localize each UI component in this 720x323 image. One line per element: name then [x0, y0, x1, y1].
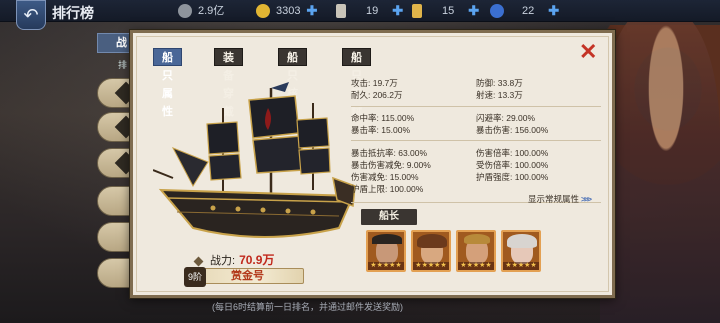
scroll-icon [336, 4, 346, 19]
back-button[interactable]: ↶ [16, 0, 46, 30]
stat-damage-rate: 伤害倍率: 100.00% [476, 148, 549, 158]
diamond-icon [193, 256, 204, 267]
stat-crit-damage: 暴击伤害: 156.00% [476, 125, 549, 135]
add-gold-button[interactable]: ✚ [306, 4, 318, 17]
silver-coin-icon [178, 4, 192, 19]
power-value: 70.9万 [239, 253, 275, 267]
ship-name: 赏金号 [231, 270, 264, 282]
stat-shield-strength: 护盾强度: 100.00% [476, 172, 549, 182]
star-rating: ★★★★★ [368, 262, 404, 270]
tab-ship-talent[interactable]: 船只天赋 [342, 48, 371, 118]
power-label: 战力: [210, 255, 236, 267]
power-row: 战力: 70.9万 [193, 251, 275, 268]
ship-detail-panel: 船只属性 装备穿戴 船只核心 船只天赋 ✕ 战力:70.9万 [130, 30, 615, 298]
captain-portrait-1[interactable]: ★★★★★ [366, 230, 406, 272]
hat-icon [372, 234, 402, 244]
tab-equipment[interactable]: 装备穿戴 [214, 48, 243, 118]
ticket-value: 15 [442, 5, 455, 17]
captain-section-label: 船长 [361, 209, 417, 225]
back-arrow-icon: ↶ [23, 5, 39, 25]
add-gem-button[interactable]: ✚ [548, 4, 560, 17]
captain-portrait-3[interactable]: ★★★★★ [456, 230, 496, 272]
stats-divider [351, 140, 601, 141]
star-rating: ★★★★★ [458, 262, 494, 270]
stat-durability: 耐久: 206.2万 [351, 90, 403, 100]
scroll-value: 19 [366, 5, 379, 17]
page-title: 排行榜 [52, 5, 94, 21]
star-rating: ★★★★★ [503, 262, 539, 270]
main-sail [248, 95, 300, 139]
add-ticket-button[interactable]: ✚ [468, 4, 480, 17]
captain-portrait-4[interactable]: ★★★★★ [501, 230, 541, 272]
resource-gold: 3303 ✚ [256, 3, 318, 19]
settlement-note: (每日6时结算前一日排名，并通过邮件发送奖励) [212, 302, 404, 312]
blue-gem-icon [490, 4, 504, 19]
close-button[interactable]: ✕ [579, 41, 597, 63]
star-rating: ★★★★★ [413, 262, 449, 270]
captain-portrait-2[interactable]: ★★★★★ [411, 230, 451, 272]
stat-crit-rate: 暴击率: 15.00% [351, 125, 411, 135]
stat-speed: 射速: 13.3万 [476, 90, 523, 100]
stat-damage-taken-rate: 受伤倍率: 100.00% [476, 160, 549, 170]
tab-ship-attributes[interactable]: 船只属性 [153, 48, 182, 118]
character-art [600, 10, 720, 323]
rank-column-header: 排 [118, 60, 128, 70]
gem-value: 22 [522, 5, 535, 17]
hair-icon [417, 234, 447, 248]
silver-value: 2.9亿 [198, 5, 225, 17]
gold-coin-icon [256, 4, 270, 19]
stat-shield-cap: 护盾上限: 100.00% [351, 184, 424, 194]
hair-icon [507, 234, 537, 248]
show-normal-attributes-link[interactable]: 显示常规属性 >>> [528, 193, 592, 205]
stat-dodge-rate: 闪避率: 29.00% [476, 113, 536, 123]
stat-crit-damage-reduce: 暴击伤害减免: 9.00% [351, 160, 431, 170]
resource-silver: 2.9亿 [178, 3, 224, 19]
tab-ship-core[interactable]: 船只核心 [278, 48, 307, 118]
stats-divider [351, 106, 601, 107]
hair-icon [464, 234, 490, 244]
stat-defense: 防御: 33.8万 [476, 78, 523, 88]
ship-illustration [153, 82, 356, 238]
gold-value: 3303 [276, 5, 301, 17]
chevron-right-icon: >>> [581, 194, 592, 204]
stat-attack: 攻击: 19.7万 [351, 78, 398, 88]
resource-ticket: 15 ✚ [412, 3, 480, 19]
resource-scroll: 19 ✚ [336, 3, 404, 19]
ship-name-bar: 9阶 赏金号 [184, 267, 304, 287]
stat-crit-resist: 暴击抵抗率: 63.00% [351, 148, 428, 158]
close-x-icon: ✕ [579, 39, 598, 64]
stat-hit-rate: 命中率: 115.00% [351, 113, 415, 123]
add-scroll-button[interactable]: ✚ [392, 4, 404, 17]
stat-damage-reduce: 伤害减免: 15.00% [351, 172, 419, 182]
resource-gem: 22 ✚ [490, 3, 560, 19]
ticket-icon [412, 4, 422, 19]
